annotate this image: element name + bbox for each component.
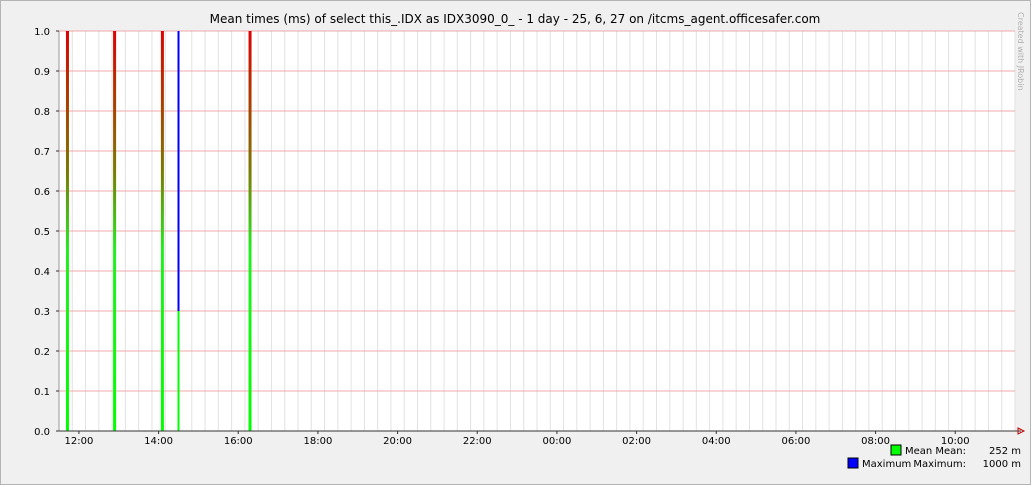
y-tick-label: 1.0 — [34, 27, 50, 38]
x-tick-label: 18:00 — [304, 436, 333, 447]
y-tick-label: 0.2 — [34, 347, 50, 358]
x-tick-label: 04:00 — [702, 436, 731, 447]
mean-bar — [160, 31, 164, 431]
mean-bar — [65, 31, 69, 431]
legend-swatch — [847, 457, 859, 469]
mean-bar — [113, 31, 117, 431]
x-tick-label: 22:00 — [463, 436, 492, 447]
x-tick-label: 06:00 — [782, 436, 811, 447]
y-tick-label: 0.6 — [34, 187, 50, 198]
x-tick-label: 08:00 — [861, 436, 890, 447]
legend-stat-value: 1000 m — [983, 459, 1021, 470]
legend-stat-label: Mean: — [935, 446, 966, 457]
x-tick-label: 02:00 — [622, 436, 651, 447]
mean-bar — [248, 31, 252, 431]
mean-bar — [177, 311, 180, 431]
x-tick-label: 00:00 — [543, 436, 572, 447]
y-tick-label: 0.3 — [34, 307, 50, 318]
y-tick-label: 0.0 — [34, 427, 50, 438]
x-tick-label: 16:00 — [224, 436, 253, 447]
legend-name: Mean — [905, 446, 932, 457]
chart-canvas: Mean times (ms) of select this_.IDX as I… — [34, 12, 1026, 470]
y-tick-labels: 0.0 0.1 0.2 0.3 0.4 0.5 0.6 0.7 0.8 0.9 1.0 — [34, 27, 59, 438]
legend-stat-value: 252 m — [989, 446, 1021, 457]
legend-stat-label: Maximum: — [913, 459, 966, 470]
x-tick-label: 12:00 — [65, 436, 94, 447]
watermark: Created with JRobin — [1016, 12, 1025, 91]
x-tick-labels: 12:00 14:00 16:00 18:00 20:00 22:00 00:00 02:00… — [65, 431, 970, 447]
legend-name: Maximum — [862, 459, 911, 470]
y-tick-label: 0.5 — [34, 227, 50, 238]
legend-swatch — [890, 444, 902, 456]
y-tick-label: 0.7 — [34, 147, 50, 158]
maximum-bar — [177, 31, 180, 311]
x-tick-label: 14:00 — [144, 436, 173, 447]
y-tick-label: 0.9 — [34, 67, 50, 78]
chart-title: Mean times (ms) of select this_.IDX as I… — [210, 12, 821, 26]
y-tick-label: 0.1 — [34, 387, 50, 398]
y-tick-label: 0.4 — [34, 267, 50, 278]
y-tick-label: 0.8 — [34, 107, 50, 118]
x-tick-label: 20:00 — [383, 436, 412, 447]
legend: Mean Mean: 252 m Maximum Maximum: 1000 m — [847, 444, 1021, 470]
